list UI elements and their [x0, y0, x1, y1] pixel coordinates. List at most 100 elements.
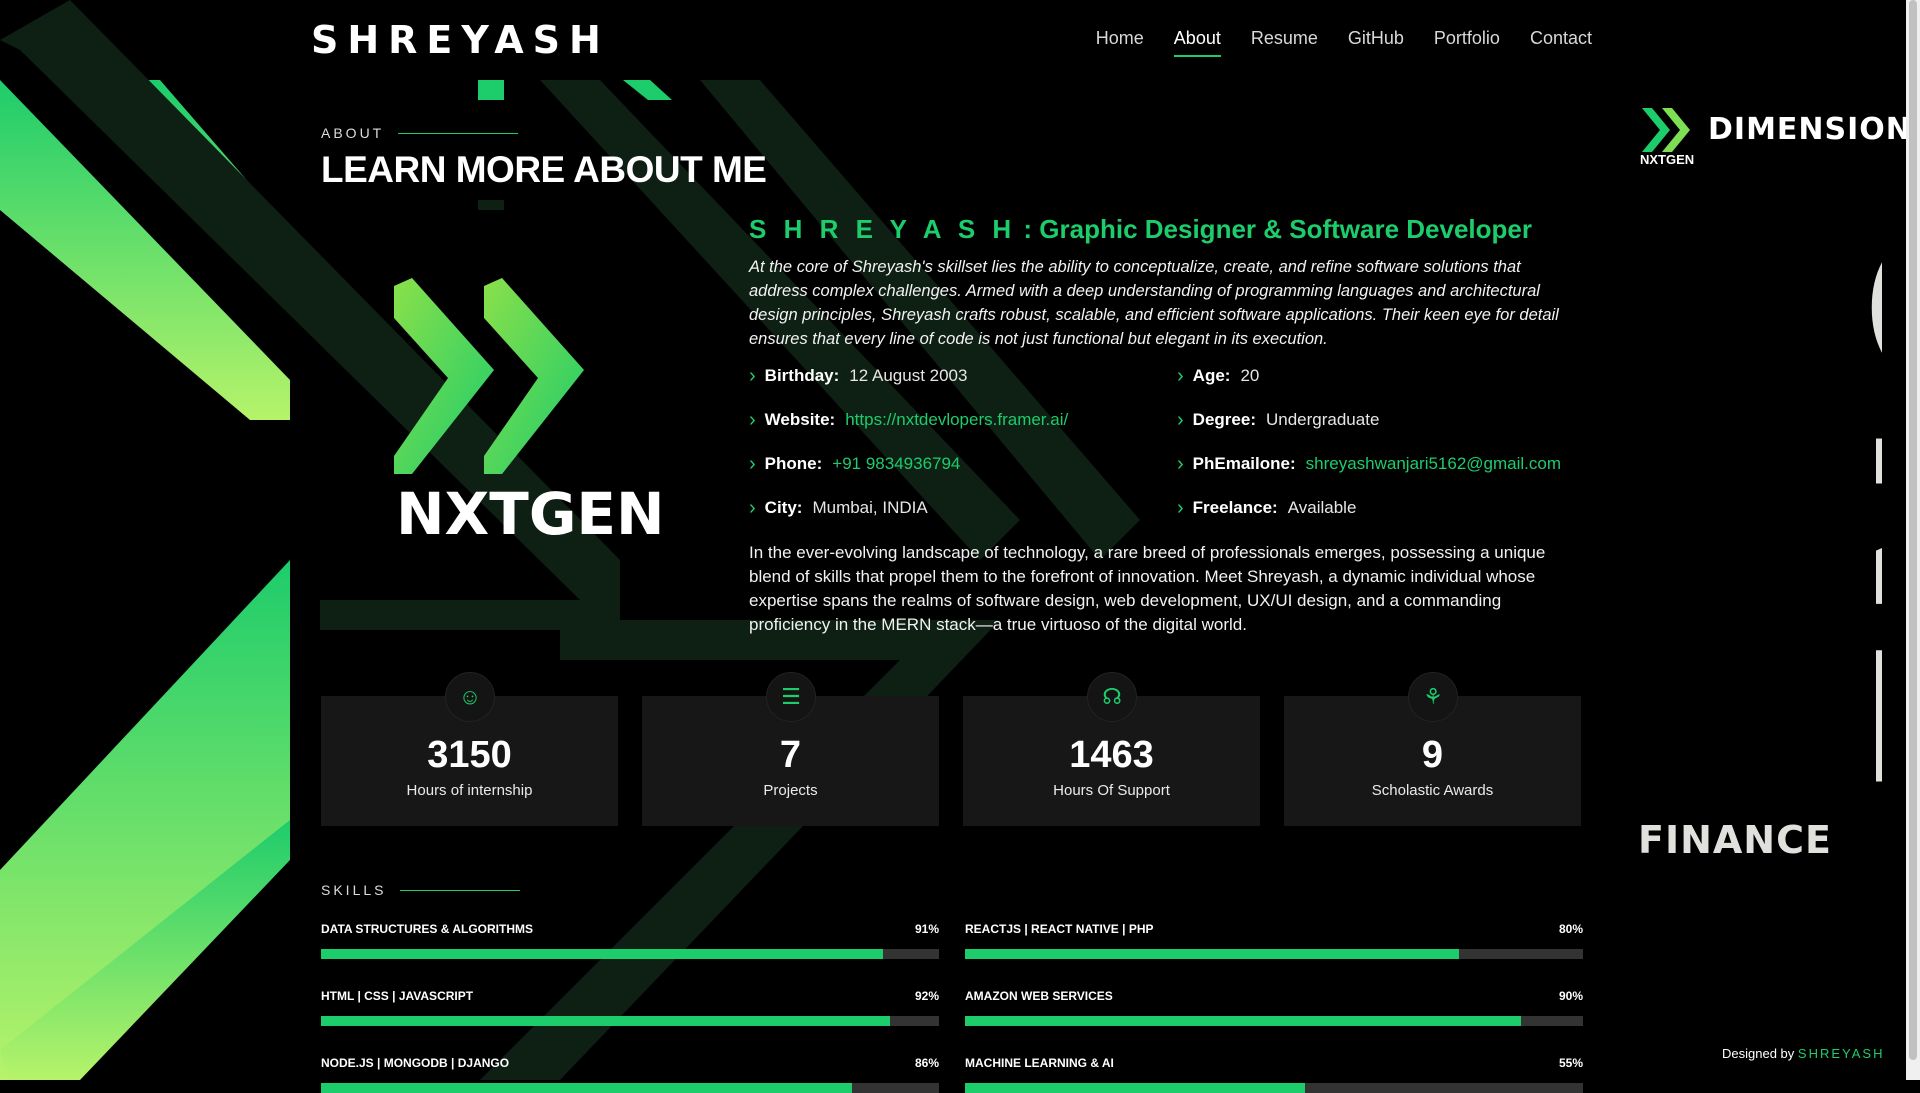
smiley-icon: ☺: [445, 672, 495, 722]
nav-resume[interactable]: Resume: [1251, 28, 1318, 57]
award-icon: ⚘: [1408, 672, 1458, 722]
stat-card: ☰ 7 Projects: [642, 672, 939, 826]
skill-progress-bar: [965, 1016, 1583, 1026]
skill-progress-bar: [965, 1083, 1583, 1093]
nxtgen-logo: NXTGEN: [394, 278, 664, 548]
footer-credit: Designed by SHREYASH: [1722, 1046, 1884, 1061]
skill-item: HTML | CSS | JAVASCRIPT 92%: [321, 989, 939, 1026]
about-heading: S H R E Y A S H : Graphic Designer & Sof…: [749, 214, 1583, 245]
headset-icon: ☊: [1087, 672, 1137, 722]
detail-value: 20: [1240, 366, 1260, 385]
dimension-title: DIMENSION: [1708, 112, 1912, 147]
skill-item: NODE.JS | MONGODB | DJANGO 86%: [321, 1056, 939, 1093]
detail-label: PhEmailone:: [1192, 454, 1296, 473]
site-brand[interactable]: SHREYASH: [311, 18, 610, 62]
credit-prefix: Designed by: [1722, 1046, 1795, 1061]
detail-phone: › Phone: +91 9834936794: [749, 453, 1177, 475]
detail-birthday: › Birthday: 12 August 2003: [749, 365, 1177, 387]
skill-percent: 55%: [1558, 1056, 1583, 1070]
skill-progress-fill: [965, 949, 1460, 959]
detail-label: Age:: [1192, 366, 1231, 385]
detail-label: Degree:: [1192, 410, 1256, 429]
details-list: › Birthday: 12 August 2003 › Age: 20 › Websit…: [749, 365, 1583, 519]
phone-link[interactable]: +91 9834936794: [832, 454, 960, 474]
stat-value: 7: [779, 734, 802, 776]
skill-header: DATA STRUCTURES & ALGORITHMS 91%: [321, 922, 939, 936]
skill-header: NODE.JS | MONGODB | DJANGO 86%: [321, 1056, 939, 1070]
skill-header: AMAZON WEB SERVICES 90%: [965, 989, 1583, 1003]
nav-portfolio[interactable]: Portfolio: [1434, 28, 1500, 57]
about-heading-name: S H R E Y A S H: [749, 214, 1017, 244]
detail-degree: › Degree: Undergraduate: [1177, 409, 1577, 431]
double-chevron-icon: [1642, 108, 1690, 152]
dimension-subtitle: NXTGEN: [1640, 152, 1695, 167]
skill-progress-bar: [965, 949, 1583, 959]
skill-item: REACTJS | REACT NATIVE | PHP 80%: [965, 922, 1583, 959]
detail-freelance: › Freelance: Available: [1177, 497, 1577, 519]
chevron-right-icon: ›: [1177, 408, 1184, 431]
skill-header: HTML | CSS | JAVASCRIPT 92%: [321, 989, 939, 1003]
skill-name: REACTJS | REACT NATIVE | PHP: [965, 922, 1154, 936]
stat-label: Projects: [763, 782, 818, 799]
journal-icon: ☰: [766, 672, 816, 722]
chevron-right-icon: ›: [749, 408, 756, 431]
detail-website: › Website: https://nxtdevlopers.framer.ai/: [749, 409, 1177, 431]
skill-progress-bar: [321, 949, 939, 959]
page-scrollbar[interactable]: [1906, 0, 1920, 1080]
skill-progress-fill: [965, 1016, 1522, 1026]
skill-progress-bar: [321, 1083, 939, 1093]
chevron-right-icon: ›: [1177, 452, 1184, 475]
stats-row: ☺ 3150 Hours of internship ☰ 7 Projects …: [321, 672, 1581, 826]
skill-item: MACHINE LEARNING & AI 55%: [965, 1056, 1583, 1093]
detail-value: Mumbai, INDIA: [812, 498, 928, 517]
skill-percent: 92%: [914, 989, 939, 1003]
skill-percent: 91%: [914, 922, 939, 936]
skill-name: HTML | CSS | JAVASCRIPT: [321, 989, 474, 1003]
email-link[interactable]: shreyashwanjari5162@gmail.com: [1306, 454, 1561, 474]
dimension-logo: DIMENSION NXTGEN: [1640, 108, 1911, 172]
skills-section-label: SKILLS: [321, 882, 520, 898]
stat-value: 9: [1421, 734, 1444, 776]
chevron-right-icon: ›: [1177, 496, 1184, 519]
detail-label: Phone:: [764, 454, 823, 473]
chevron-right-icon: ›: [749, 452, 756, 475]
about-content: S H R E Y A S H : Graphic Designer & Sof…: [749, 214, 1583, 637]
finance-label: FINANCE: [1638, 818, 1832, 862]
detail-city: › City: Mumbai, INDIA: [749, 497, 1177, 519]
one-graphic: ONE: [1805, 200, 1882, 800]
skills-list: DATA STRUCTURES & ALGORITHMS 91% REACTJS |…: [321, 922, 1583, 1093]
skill-name: AMAZON WEB SERVICES: [965, 989, 1113, 1003]
skill-progress-fill: [965, 1083, 1305, 1093]
website-link[interactable]: https://nxtdevlopers.framer.ai/: [845, 410, 1068, 430]
skill-progress-fill: [321, 949, 884, 959]
detail-label: Website:: [764, 410, 836, 429]
stat-label: Scholastic Awards: [1371, 782, 1494, 799]
stat-value: 3150: [427, 734, 512, 776]
chevron-right-icon: ›: [749, 364, 756, 387]
skill-progress-fill: [321, 1016, 890, 1026]
credit-name[interactable]: SHREYASH: [1798, 1046, 1885, 1061]
detail-age: › Age: 20: [1177, 365, 1577, 387]
skill-name: MACHINE LEARNING & AI: [965, 1056, 1114, 1070]
detail-label: Freelance:: [1192, 498, 1278, 517]
chevron-right-icon: ›: [1177, 364, 1184, 387]
stat-label: Hours Of Support: [1053, 782, 1170, 799]
about-section-title: LEARN MORE ABOUT ME: [321, 149, 767, 190]
scrollbar-thumb[interactable]: [1909, 0, 1917, 1060]
logo-wordmark: NXTGEN: [396, 480, 664, 548]
about-intro: At the core of Shreyash's skillset lies …: [749, 258, 1559, 348]
stat-card: ☊ 1463 Hours Of Support: [963, 672, 1260, 826]
skill-percent: 80%: [1558, 922, 1583, 936]
skill-name: DATA STRUCTURES & ALGORITHMS: [321, 922, 533, 936]
detail-value: Undergraduate: [1265, 410, 1380, 429]
stat-card: ☺ 3150 Hours of internship: [321, 672, 618, 826]
nav-about[interactable]: About: [1173, 28, 1221, 57]
nav-github[interactable]: GitHub: [1348, 28, 1404, 57]
detail-label: Birthday:: [764, 366, 840, 385]
about-bio: In the ever-evolving landscape of techno…: [749, 543, 1546, 634]
skill-header: MACHINE LEARNING & AI 55%: [965, 1056, 1583, 1070]
stat-value: 1463: [1069, 734, 1154, 776]
nav-home[interactable]: Home: [1096, 28, 1144, 57]
detail-value: 12 August 2003: [849, 366, 968, 385]
nav-contact[interactable]: Contact: [1530, 28, 1592, 57]
